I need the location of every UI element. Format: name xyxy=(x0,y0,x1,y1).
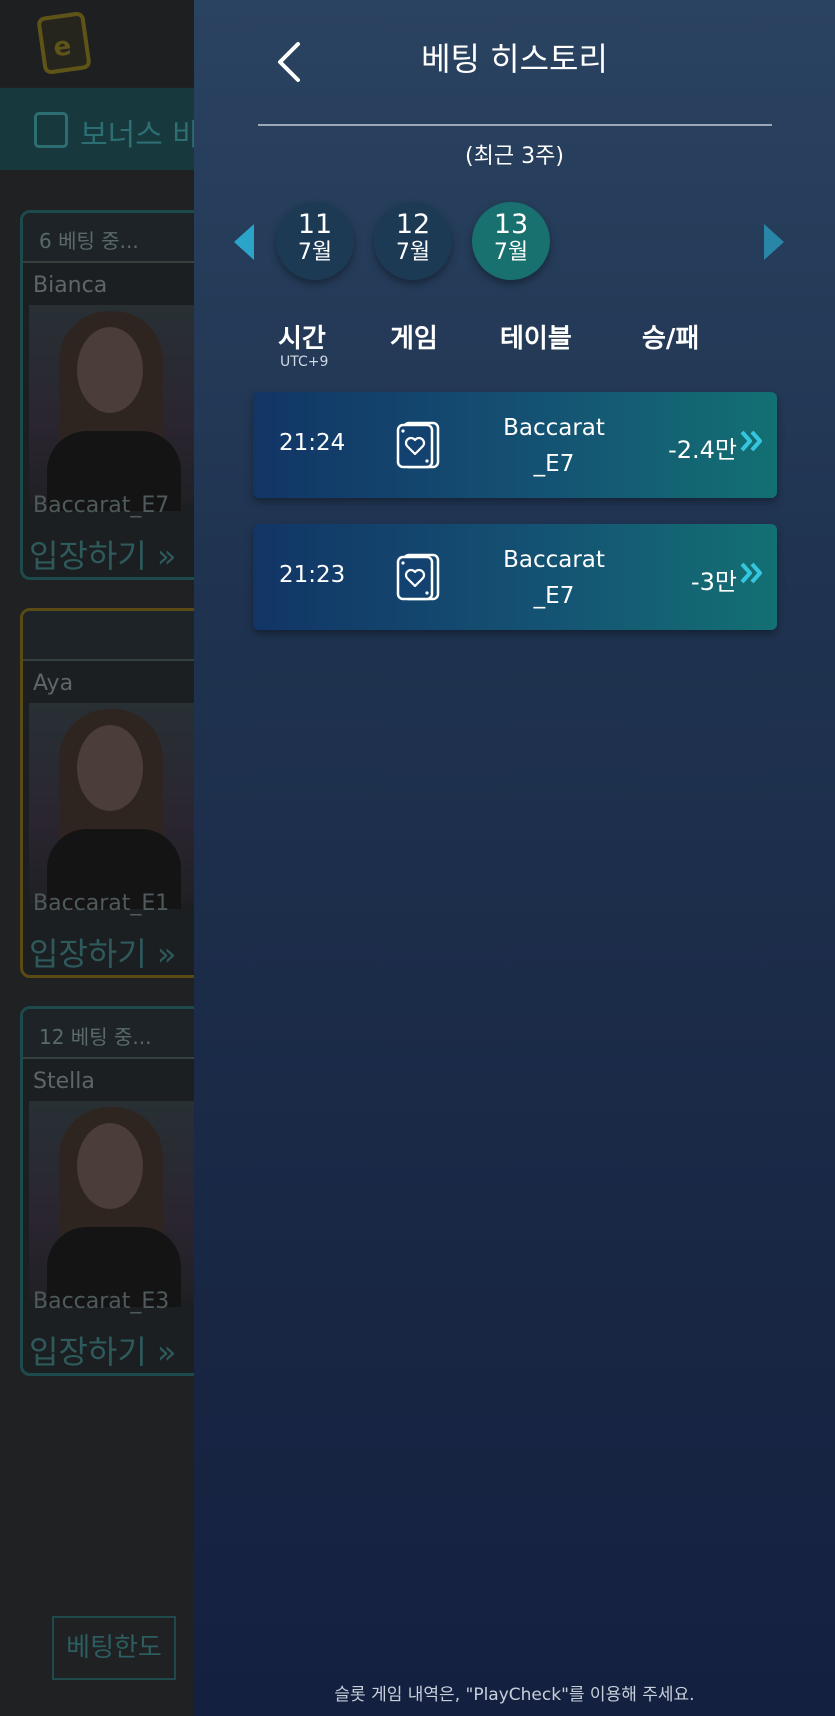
date-month: 7월 xyxy=(395,240,431,265)
dealer-photo xyxy=(29,703,199,909)
logo-letter: e xyxy=(51,31,74,64)
dealer-name: Aya xyxy=(33,671,74,696)
date-month: 7월 xyxy=(493,240,529,265)
column-header-game: 게임 xyxy=(390,324,438,354)
row-table: Baccarat _E7 xyxy=(489,542,619,614)
date-day: 11 xyxy=(297,209,333,240)
card-table-name: Baccarat_E7 xyxy=(33,493,170,518)
dealer-card: 6 베팅 중... Bianca Baccarat_E7 입장하기 » xyxy=(20,210,220,580)
card-table-name: Baccarat_E3 xyxy=(33,1289,170,1314)
date-pill-12[interactable]: 12 7월 xyxy=(374,202,452,280)
card-heart-icon xyxy=(396,421,440,469)
logo-icon: e xyxy=(36,10,92,76)
page-title: 베팅 히스토리 xyxy=(421,40,608,78)
dealer-name: Bianca xyxy=(33,273,108,298)
betting-history-drawer: 베팅 히스토리 (최근 3주) 11 7월 12 7월 13 7월 시간 UTC… xyxy=(194,0,835,1716)
bonus-label: 보너스 바 xyxy=(80,118,200,153)
card-badge xyxy=(23,611,217,661)
period-subtitle: (최근 3주) xyxy=(465,144,564,169)
row-table-line2: _E7 xyxy=(533,583,575,609)
row-table: Baccarat _E7 xyxy=(489,410,619,482)
row-table-line1: Baccarat xyxy=(503,415,605,441)
card-badge: 6 베팅 중... xyxy=(23,213,217,263)
column-timezone: UTC+9 xyxy=(280,354,329,370)
column-header-time: 시간 xyxy=(278,324,326,354)
row-time: 21:24 xyxy=(279,430,346,456)
card-table-name: Baccarat_E1 xyxy=(33,891,170,916)
double-chevron-right-icon xyxy=(740,430,762,452)
date-pill-11[interactable]: 11 7월 xyxy=(276,202,354,280)
bet-limit-button: 베팅한도 xyxy=(52,1616,176,1680)
row-result: -2.4만 xyxy=(668,436,737,464)
prev-dates-arrow-icon[interactable] xyxy=(234,224,254,260)
card-badge: 12 베팅 중... xyxy=(23,1009,217,1059)
column-header-table: 테이블 xyxy=(500,324,572,354)
footer-note: 슬롯 게임 내역은, "PlayCheck"를 이용해 주세요. xyxy=(334,1685,695,1705)
enter-button: 입장하기 » xyxy=(29,1333,177,1371)
row-table-line1: Baccarat xyxy=(503,547,605,573)
dealer-card: Aya Baccarat_E1 입장하기 » xyxy=(20,608,220,978)
date-pill-13-selected[interactable]: 13 7월 xyxy=(472,202,550,280)
row-table-line2: _E7 xyxy=(533,451,575,477)
history-row[interactable]: 21:24 Baccarat _E7 -2.4만 xyxy=(253,392,777,498)
date-month: 7월 xyxy=(297,240,333,265)
dealer-card: 12 베팅 중... Stella Baccarat_E3 입장하기 » xyxy=(20,1006,220,1376)
date-day: 12 xyxy=(395,209,431,240)
column-header-result: 승/패 xyxy=(642,324,700,354)
date-day: 13 xyxy=(493,209,529,240)
history-row[interactable]: 21:23 Baccarat _E7 -3만 xyxy=(253,524,777,630)
enter-button: 입장하기 » xyxy=(29,537,177,575)
dealer-name: Stella xyxy=(33,1069,95,1094)
row-time: 21:23 xyxy=(279,562,346,588)
heart-card-icon xyxy=(34,112,68,148)
enter-button: 입장하기 » xyxy=(29,935,177,973)
card-heart-icon xyxy=(396,553,440,601)
app-root: e 보너스 바 6 베팅 중... Bianca Baccarat_E7 입장하… xyxy=(0,0,835,1716)
row-result: -3만 xyxy=(690,568,737,596)
dealer-photo xyxy=(29,305,199,511)
next-dates-arrow-icon[interactable] xyxy=(764,224,784,260)
title-divider xyxy=(258,124,772,126)
double-chevron-right-icon xyxy=(740,562,762,584)
dealer-photo xyxy=(29,1101,199,1307)
